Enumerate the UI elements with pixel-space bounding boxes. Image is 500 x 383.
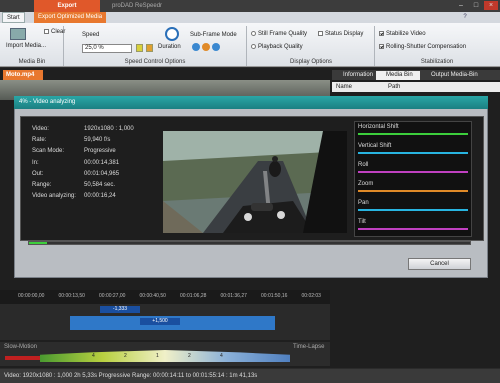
speed-label: Speed <box>82 32 100 38</box>
stabilize-video-option[interactable]: Stabilize Video <box>379 31 426 37</box>
stabilize-video-checkbox[interactable] <box>379 31 384 36</box>
cancel-button[interactable]: Cancel <box>408 258 471 270</box>
timeline-tick-label: 00:00:13,50 <box>58 293 85 299</box>
display-group-label: Display Options <box>289 59 333 65</box>
stabilization-group-label: Stabilization <box>420 59 454 65</box>
speed-mark: 2 <box>188 353 191 359</box>
graph-line <box>358 209 468 211</box>
info-value: 00:00:16,24 <box>84 193 116 200</box>
info-value: 00:01:04,965 <box>84 170 120 177</box>
speed-badge[interactable]: -1,333 <box>100 306 140 313</box>
info-label: Out: <box>32 170 44 177</box>
maximize-button[interactable]: □ <box>469 1 483 10</box>
info-label: In: <box>32 159 39 166</box>
tab-export-optimized-media[interactable]: Export Optimized Media <box>34 12 107 23</box>
timeline-tick-label: 00:01:50,16 <box>261 293 288 299</box>
dialog-title: 4% - Video analyzing <box>14 96 488 109</box>
graph-label: Tilt <box>358 219 366 225</box>
status-bar: Video: 1920x1080 : 1,000 2h 5,33s Progre… <box>0 369 500 383</box>
graph-label: Pan <box>358 200 369 206</box>
info-label: Video: <box>32 126 49 132</box>
speed-mark: 1 <box>156 353 159 359</box>
timeline-tick-label: 00:01:06,28 <box>180 293 207 299</box>
info-value: 00:00:14,381 <box>84 159 120 166</box>
info-label: Range: <box>32 182 52 188</box>
graph-line <box>358 190 468 192</box>
graph-label: Roll <box>358 162 369 168</box>
playback-quality-option[interactable]: Playback Quality <box>251 44 303 50</box>
close-button[interactable]: × <box>484 1 498 10</box>
speed-select[interactable]: 25,0 % <box>82 44 132 53</box>
graph-line <box>358 171 468 173</box>
info-value: 1920x1080 : 1,000 <box>84 126 134 132</box>
info-value: 59,940 f/s <box>84 137 111 144</box>
speed-badge[interactable]: +1,500 <box>140 318 180 325</box>
time-lapse-label: Time-Lapse <box>293 344 325 350</box>
media-bin-group-label: Media Bin <box>18 59 46 65</box>
tab-media-bin[interactable]: Media Bin <box>376 71 420 80</box>
speed-ramp-bar[interactable]: Slow-Motion Time-Lapse 4 2 1 2 4 <box>0 342 330 366</box>
tab-start[interactable]: Start <box>2 12 25 23</box>
column-name[interactable]: Name <box>336 84 352 90</box>
speed-mark: 4 <box>220 353 223 359</box>
speed-ramp-gradient <box>40 350 290 362</box>
export-context-tab[interactable]: Export <box>34 0 100 12</box>
minimize-button[interactable]: – <box>454 1 468 10</box>
speed-group-label: Speed Control Options <box>124 59 186 65</box>
graph-label: Zoom <box>358 181 374 187</box>
tab-information[interactable]: Information <box>333 71 375 80</box>
playback-quality-radio <box>251 44 256 49</box>
info-label: Rate: <box>32 137 47 144</box>
motion-graphs-panel <box>354 121 472 237</box>
subframe-mode-3-icon[interactable] <box>212 43 220 51</box>
rolling-shutter-checkbox[interactable] <box>379 44 384 49</box>
duration-button[interactable]: Duration <box>158 44 181 50</box>
speed-mark: 4 <box>92 353 95 359</box>
graph-line <box>358 228 468 230</box>
subframe-mode-2-icon[interactable] <box>202 43 210 51</box>
tab-output-media-bin[interactable]: Output Media-Bin <box>421 71 500 80</box>
file-tab[interactable]: Moto.mp4 <box>3 70 43 80</box>
clear-button[interactable]: Clear <box>44 29 65 35</box>
timeline-tick-label: 00:01:36,27 <box>220 293 247 299</box>
info-label: Video analyzing: <box>32 193 76 200</box>
app-title: proDAD ReSpeedr <box>112 3 163 9</box>
timeline-tick-label: 00:02:03 <box>301 293 321 299</box>
video-frame <box>163 131 347 233</box>
duration-clock-icon[interactable] <box>165 27 179 41</box>
graph-line <box>358 133 468 135</box>
still-frame-radio <box>251 31 256 36</box>
analysis-progress-track <box>28 241 471 245</box>
help-icon[interactable]: ? <box>460 12 470 23</box>
graph-label: Vertical Shift <box>358 143 392 149</box>
timeline-tick-label: 00:00:40,50 <box>139 293 166 299</box>
graph-label: Horizontal Shift <box>358 124 399 130</box>
speed-min-marker <box>5 356 40 360</box>
info-label: Scan Mode: <box>32 148 65 155</box>
subframe-mode-label: Sub-Frame Mode <box>190 32 237 38</box>
timeline-track[interactable]: -1,333 +1,500 <box>0 304 330 340</box>
still-frame-quality-option[interactable]: Still Frame Quality <box>251 31 307 37</box>
status-display-checkbox <box>318 31 323 36</box>
column-path[interactable]: Path <box>388 84 400 90</box>
timeline-ruler[interactable]: 00:00:00,00 00:00:13,50 00:00:27,00 00:00:4… <box>0 290 330 304</box>
clear-icon <box>44 29 49 34</box>
rolling-shutter-option[interactable]: Rolling-Shutter Compensation <box>379 44 466 50</box>
speed-mark: 2 <box>124 353 127 359</box>
info-value: 50,584 sec. <box>84 182 116 188</box>
media-bin-header: Name Path <box>332 82 500 92</box>
timeline-tick-label: 00:00:27,00 <box>99 293 126 299</box>
video-frame-image <box>163 131 347 233</box>
speed-preset-icon[interactable] <box>136 44 143 52</box>
import-media-icon <box>10 28 26 40</box>
info-value: Progressive <box>84 148 116 155</box>
speed-reset-icon[interactable] <box>146 44 153 52</box>
graph-line <box>358 152 468 154</box>
timeline-tick-label: 00:00:00,00 <box>18 293 45 299</box>
status-display-option[interactable]: Status Display <box>318 31 363 37</box>
subframe-mode-1-icon[interactable] <box>192 43 200 51</box>
import-media-button[interactable]: Import Media... <box>6 43 46 49</box>
slow-motion-label: Slow-Motion <box>4 344 38 350</box>
analysis-progress-fill <box>29 242 47 244</box>
